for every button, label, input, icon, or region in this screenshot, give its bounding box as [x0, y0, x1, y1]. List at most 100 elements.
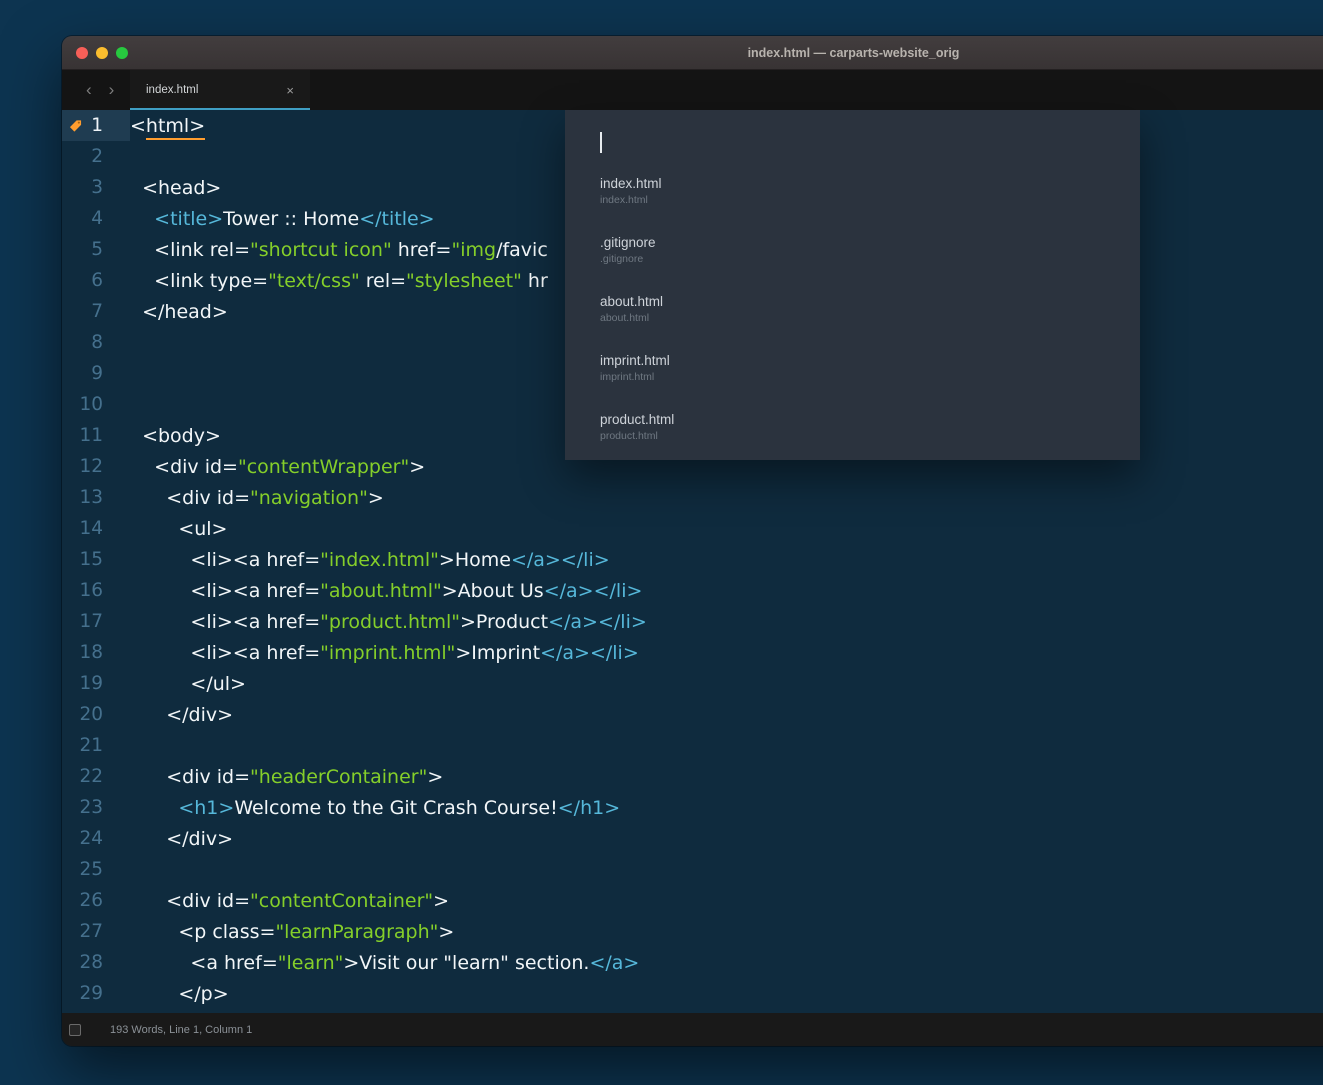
line-number[interactable]: 20 — [62, 699, 130, 730]
quick-open-item[interactable]: index.html index.html — [565, 168, 1140, 227]
line-number[interactable]: 10 — [62, 389, 130, 420]
line-number[interactable]: 27 — [62, 916, 130, 947]
quick-open-list: index.htmlindex.html.gitignore.gitignore… — [565, 168, 1140, 463]
window-title: index.html — carparts-website_orig — [62, 46, 1323, 60]
code-text: <a href="learn">Visit our "learn" sectio… — [130, 952, 639, 974]
status-square-icon[interactable] — [69, 1024, 81, 1036]
line-number[interactable]: 9 — [62, 358, 130, 389]
line-number[interactable]: 18 — [62, 637, 130, 668]
quick-open-panel[interactable]: index.htmlindex.html.gitignore.gitignore… — [565, 110, 1140, 460]
tab-index-html[interactable]: index.html × — [130, 70, 310, 110]
traffic-lights — [76, 36, 128, 69]
editor-window: index.html — carparts-website_orig ‹ › i… — [62, 36, 1323, 1046]
line-number[interactable]: 22 — [62, 761, 130, 792]
file-name: product.html — [600, 412, 1140, 428]
code-line[interactable]: 21 — [62, 730, 1323, 761]
line-number[interactable]: 5 — [62, 234, 130, 265]
status-text: 193 Words, Line 1, Column 1 — [110, 1024, 252, 1036]
code-line[interactable]: 27 <p class="learnParagraph"> — [62, 916, 1323, 947]
code-text: <div id="contentContainer"> — [130, 890, 449, 912]
quick-open-item[interactable]: imprint.html imprint.html — [565, 345, 1140, 404]
code-line[interactable]: 14 <ul> — [62, 513, 1323, 544]
line-number[interactable]: 14 — [62, 513, 130, 544]
tab-history-nav: ‹ › — [86, 70, 114, 110]
back-chevron-icon[interactable]: ‹ — [86, 80, 92, 100]
line-number[interactable]: 7 — [62, 296, 130, 327]
status-bar: 193 Words, Line 1, Column 1 — [62, 1013, 1323, 1046]
tab-bar: ‹ › index.html × — [62, 70, 1323, 110]
line-number[interactable]: 28 — [62, 947, 130, 978]
code-line[interactable]: 19 </ul> — [62, 668, 1323, 699]
bookmark-icon — [69, 119, 82, 132]
code-text: <li><a href="index.html">Home</a></li> — [130, 549, 610, 571]
code-line[interactable]: 15 <li><a href="index.html">Home</a></li… — [62, 544, 1323, 575]
line-number[interactable]: 12 — [62, 451, 130, 482]
text-caret — [600, 132, 602, 153]
line-number[interactable]: 1 — [62, 110, 130, 141]
code-text: <ul> — [130, 518, 227, 540]
code-text: <li><a href="imprint.html">Imprint</a></… — [130, 642, 639, 664]
zoom-window-button[interactable] — [116, 47, 128, 59]
file-name: index.html — [600, 176, 1140, 192]
code-text: <link type="text/css" rel="stylesheet" h… — [130, 270, 548, 292]
file-path: product.html — [600, 430, 1140, 443]
line-number[interactable]: 13 — [62, 482, 130, 513]
close-window-button[interactable] — [76, 47, 88, 59]
quick-open-input[interactable] — [565, 110, 1140, 168]
line-number[interactable]: 3 — [62, 172, 130, 203]
file-name: .gitignore — [600, 235, 1140, 251]
tab-close-icon[interactable]: × — [286, 83, 294, 98]
line-number[interactable]: 6 — [62, 265, 130, 296]
code-line[interactable]: 20 </div> — [62, 699, 1323, 730]
line-number[interactable]: 17 — [62, 606, 130, 637]
quick-open-item[interactable]: .gitignore .gitignore — [565, 227, 1140, 286]
line-number[interactable]: 23 — [62, 792, 130, 823]
line-number[interactable]: 19 — [62, 668, 130, 699]
code-text: <div id="navigation"> — [130, 487, 384, 509]
code-text: </head> — [130, 301, 228, 323]
code-text: <head> — [130, 177, 221, 199]
code-text: <h1>Welcome to the Git Crash Course!</h1… — [130, 797, 620, 819]
window-titlebar[interactable]: index.html — carparts-website_orig — [62, 36, 1323, 70]
line-number[interactable]: 11 — [62, 420, 130, 451]
code-line[interactable]: 26 <div id="contentContainer"> — [62, 885, 1323, 916]
line-number[interactable]: 21 — [62, 730, 130, 761]
file-path: about.html — [600, 312, 1140, 325]
code-line[interactable]: 22 <div id="headerContainer"> — [62, 761, 1323, 792]
line-number[interactable]: 25 — [62, 854, 130, 885]
line-number[interactable]: 2 — [62, 141, 130, 172]
line-number[interactable]: 8 — [62, 327, 130, 358]
line-number[interactable]: 24 — [62, 823, 130, 854]
line-number[interactable]: 16 — [62, 575, 130, 606]
code-line[interactable]: 29 </p> — [62, 978, 1323, 1009]
code-line[interactable]: 25 — [62, 854, 1323, 885]
quick-open-item[interactable]: product.html product.html — [565, 404, 1140, 463]
code-text: <div id="contentWrapper"> — [130, 456, 425, 478]
code-text: <p class="learnParagraph"> — [130, 921, 454, 943]
code-text: <link rel="shortcut icon" href="img/favi… — [130, 239, 548, 261]
code-text: <body> — [130, 425, 221, 447]
code-line[interactable]: 23 <h1>Welcome to the Git Crash Course!<… — [62, 792, 1323, 823]
file-path: index.html — [600, 194, 1140, 207]
code-line[interactable]: 24 </div> — [62, 823, 1323, 854]
line-number[interactable]: 4 — [62, 203, 130, 234]
file-path: .gitignore — [600, 253, 1140, 266]
code-line[interactable]: 17 <li><a href="product.html">Product</a… — [62, 606, 1323, 637]
line-number[interactable]: 26 — [62, 885, 130, 916]
file-name: imprint.html — [600, 353, 1140, 369]
line-number[interactable]: 15 — [62, 544, 130, 575]
code-line[interactable]: 18 <li><a href="imprint.html">Imprint</a… — [62, 637, 1323, 668]
code-text: <html> — [130, 115, 205, 137]
line-number[interactable]: 29 — [62, 978, 130, 1009]
minimize-window-button[interactable] — [96, 47, 108, 59]
file-name: about.html — [600, 294, 1140, 310]
quick-open-item[interactable]: about.html about.html — [565, 286, 1140, 345]
desktop-background: index.html — carparts-website_orig ‹ › i… — [0, 0, 1323, 1085]
code-text: <li><a href="product.html">Product</a></… — [130, 611, 647, 633]
code-line[interactable]: 16 <li><a href="about.html">About Us</a>… — [62, 575, 1323, 606]
code-line[interactable]: 13 <div id="navigation"> — [62, 482, 1323, 513]
file-path: imprint.html — [600, 371, 1140, 384]
code-line[interactable]: 28 <a href="learn">Visit our "learn" sec… — [62, 947, 1323, 978]
forward-chevron-icon[interactable]: › — [109, 80, 115, 100]
code-text: <li><a href="about.html">About Us</a></l… — [130, 580, 642, 602]
